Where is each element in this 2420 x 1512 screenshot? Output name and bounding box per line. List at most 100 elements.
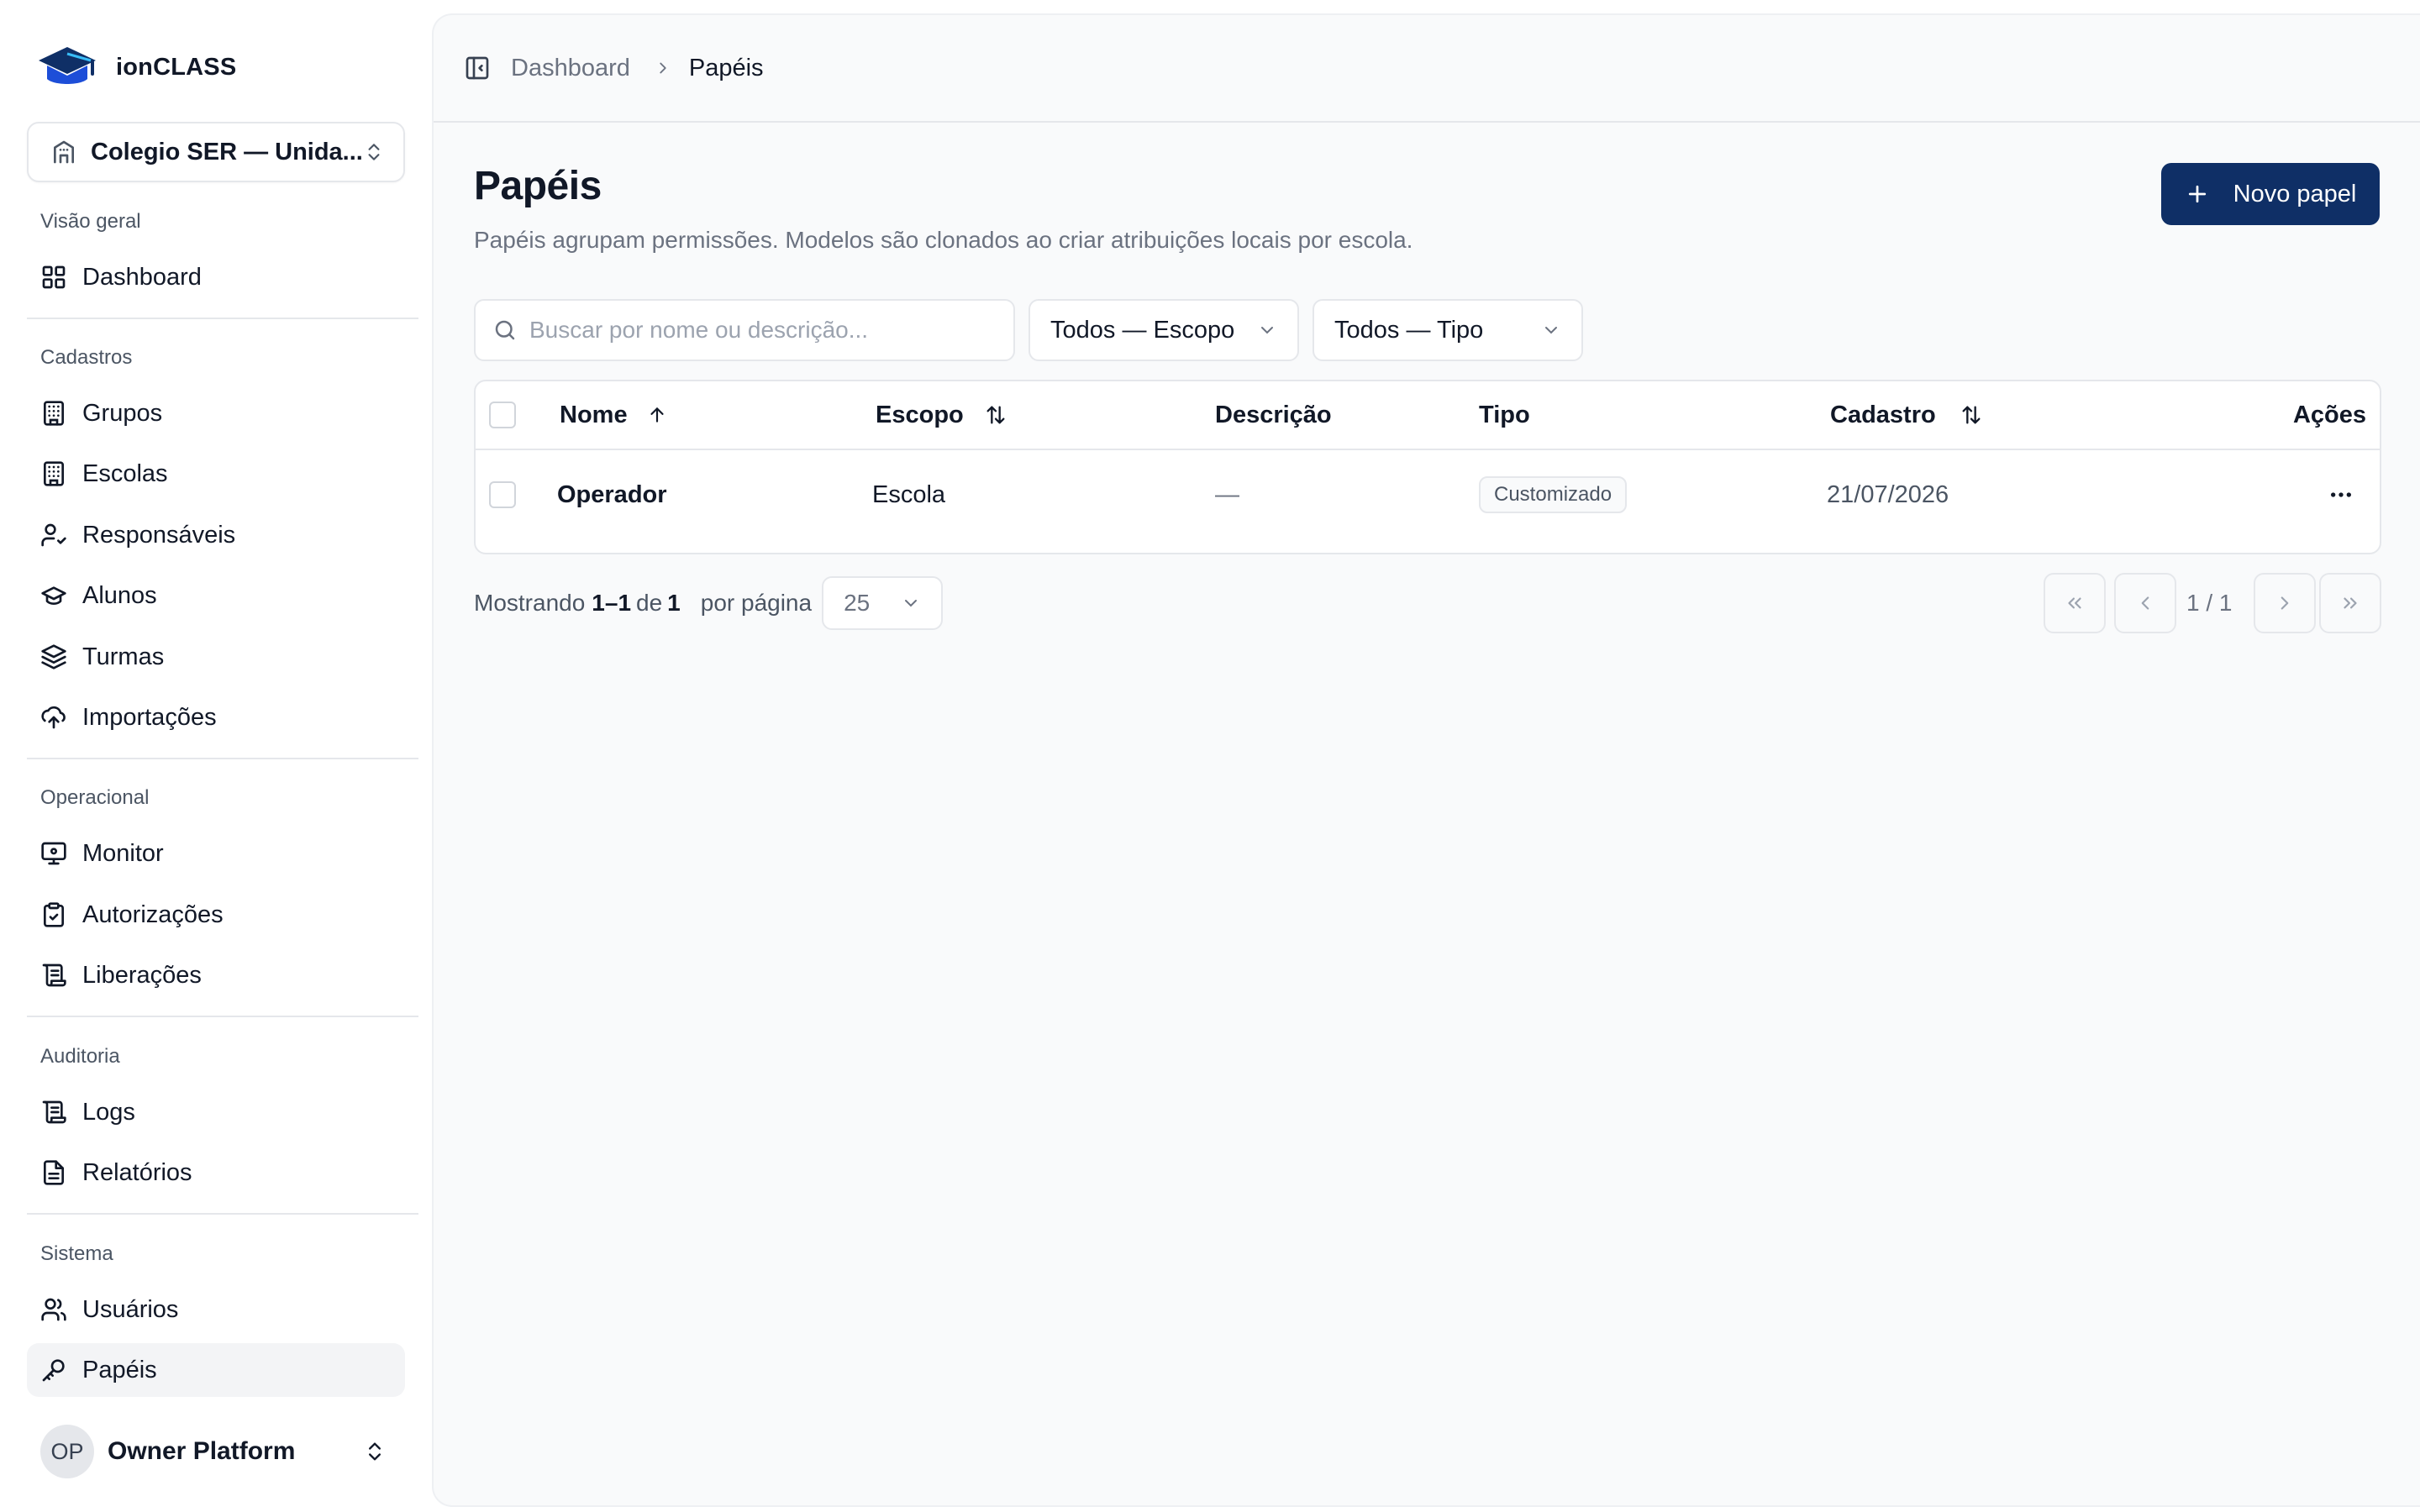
school-selector-label: Colegio SER — Unida... — [91, 138, 363, 165]
arrow-up-icon — [650, 407, 664, 423]
search-input[interactable] — [529, 317, 1000, 344]
file-text-icon — [44, 1160, 64, 1185]
sidebar-item-relatorios[interactable]: Relatórios — [27, 1146, 405, 1200]
clipboard-check-icon — [44, 902, 64, 927]
column-header-name-label: Nome — [560, 401, 628, 428]
type-filter-select[interactable]: Todos — Tipo — [1313, 299, 1583, 361]
column-header-name[interactable]: Nome — [560, 381, 668, 449]
sidebar-item-alunos[interactable]: Alunos — [27, 569, 405, 622]
table-header: Nome Escopo Descrição Tipo Cadastro Açõe… — [476, 381, 2380, 450]
first-page-button[interactable] — [2044, 573, 2106, 633]
last-page-button[interactable] — [2319, 573, 2381, 633]
of-label: de — [636, 590, 663, 616]
sidebar-item-label: Logs — [82, 1098, 135, 1126]
chevron-down-icon — [1261, 327, 1273, 334]
column-header-description: Descrição — [1215, 401, 1332, 428]
section-title-system: Sistema — [40, 1242, 113, 1265]
building-icon — [44, 461, 64, 486]
cell-scope: Escola — [872, 480, 946, 508]
roles-table: Nome Escopo Descrição Tipo Cadastro Açõe… — [474, 380, 2381, 554]
new-role-button-label: Novo papel — [2233, 180, 2357, 207]
column-header-scope[interactable]: Escopo — [876, 381, 1007, 449]
select-all-checkbox[interactable] — [489, 402, 516, 428]
sidebar-item-dashboard[interactable]: Dashboard — [27, 250, 405, 304]
breadcrumb: Dashboard Papéis — [491, 55, 764, 82]
select-all-cell — [489, 381, 516, 449]
sidebar-toggle-icon[interactable] — [464, 55, 491, 81]
sort-icon — [1962, 406, 1981, 424]
sidebar-item-label: Grupos — [82, 399, 163, 427]
per-page-label: por página — [700, 590, 813, 616]
column-header-actions: Ações — [2292, 401, 2366, 428]
cloud-upload-icon — [41, 706, 66, 729]
sidebar-divider — [27, 1016, 418, 1017]
school-selector[interactable]: Colegio SER — Unida... — [27, 122, 405, 182]
sidebar-item-liberacoes[interactable]: Liberações — [27, 948, 405, 1002]
scope-filter-label: Todos — Escopo — [1050, 316, 1235, 344]
sidebar-item-autorizacoes[interactable]: Autorizações — [27, 888, 405, 942]
sidebar-item-label: Importações — [82, 703, 217, 731]
scope-filter-select[interactable]: Todos — Escopo — [1028, 299, 1299, 361]
sidebar-item-logs[interactable]: Logs — [27, 1085, 405, 1139]
range-value: 1–1 — [592, 590, 632, 616]
sidebar-item-label: Dashboard — [82, 263, 202, 291]
column-header-created[interactable]: Cadastro — [1830, 381, 1983, 449]
sidebar-item-papeis[interactable]: Papéis — [27, 1343, 405, 1397]
layers-icon — [41, 644, 66, 669]
sidebar-divider — [27, 1213, 418, 1215]
sidebar-item-monitor[interactable]: Monitor — [27, 827, 405, 880]
users-icon — [41, 1298, 66, 1321]
scroll-icon — [42, 963, 66, 987]
new-role-button[interactable]: Novo papel — [2161, 163, 2380, 225]
chevron-down-icon — [1545, 327, 1557, 334]
sidebar-item-label: Alunos — [82, 581, 157, 609]
sidebar-item-label: Turmas — [82, 643, 165, 670]
user-menu[interactable]: OP Owner Platform — [27, 1423, 405, 1480]
topbar: Dashboard Papéis — [434, 15, 2420, 123]
chevron-down-icon — [905, 600, 918, 607]
per-page-select[interactable]: 25 — [822, 576, 944, 630]
scroll-icon — [42, 1100, 66, 1124]
column-header-scope-label: Escopo — [876, 401, 964, 428]
user-name: Owner Platform — [108, 1437, 296, 1465]
table-row[interactable]: Operador Escola — Customizado 21/07/2026 — [476, 450, 2380, 539]
sort-icon — [986, 406, 1005, 424]
row-checkbox[interactable] — [489, 481, 516, 508]
sidebar-divider — [27, 318, 418, 319]
sidebar-divider — [27, 758, 418, 759]
building-icon — [53, 140, 74, 164]
app-name: ionCLASS — [116, 53, 237, 81]
sidebar-item-label: Escolas — [82, 459, 168, 487]
per-page-value: 25 — [844, 590, 871, 616]
total-value: 1 — [667, 590, 681, 616]
cell-created: 21/07/2026 — [1827, 480, 1949, 508]
main-panel: Dashboard Papéis Papéis Papéis agrupam p… — [432, 13, 2420, 1507]
sidebar-item-responsaveis[interactable]: Responsáveis — [27, 508, 405, 562]
row-actions-button[interactable] — [2328, 450, 2354, 539]
cell-description: — — [1215, 480, 1239, 508]
breadcrumb-dashboard[interactable]: Dashboard — [511, 55, 630, 82]
sidebar-item-escolas[interactable]: Escolas — [27, 447, 405, 501]
chevrons-up-down-icon — [369, 1442, 381, 1461]
sidebar-item-turmas[interactable]: Turmas — [27, 630, 405, 684]
key-icon — [42, 1359, 65, 1382]
section-title-operational: Operacional — [40, 786, 150, 809]
page-title: Papéis — [474, 164, 602, 208]
search-box[interactable] — [474, 299, 1015, 361]
brand[interactable]: ionCLASS — [37, 40, 236, 94]
monitor-icon — [41, 842, 66, 865]
avatar: OP — [40, 1425, 94, 1478]
sidebar-item-importacoes[interactable]: Importações — [27, 690, 405, 744]
cell-name[interactable]: Operador — [557, 450, 667, 539]
search-icon — [495, 320, 515, 340]
previous-page-button[interactable] — [2114, 573, 2176, 633]
chevrons-left-icon — [2068, 597, 2081, 609]
cell-type: Customizado — [1479, 450, 1628, 539]
chevrons-up-down-icon — [368, 144, 380, 160]
sidebar-item-usuarios[interactable]: Usuários — [27, 1283, 405, 1336]
building-icon — [44, 401, 64, 426]
sidebar-item-label: Monitor — [82, 839, 164, 867]
sidebar-item-grupos[interactable]: Grupos — [27, 386, 405, 440]
pagination-info: Mostrando 1–1 de 1 por página 25 — [474, 576, 944, 630]
next-page-button[interactable] — [2254, 573, 2316, 633]
